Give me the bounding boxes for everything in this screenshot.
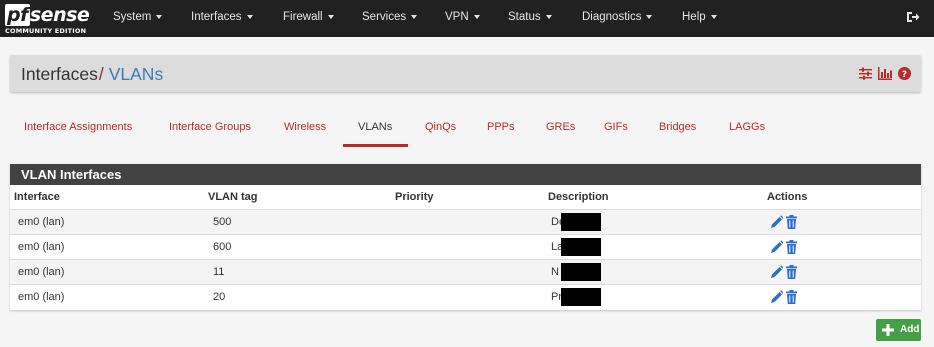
nav-interfaces[interactable]: Interfaces (191, 0, 253, 37)
cell-vlan-tag: 500 (213, 216, 232, 228)
sliders-icon[interactable] (859, 67, 872, 80)
nav-status[interactable]: Status (508, 0, 552, 37)
nav-vpn-label: VPN (445, 11, 469, 23)
caret-down-icon (246, 14, 253, 19)
trash-icon[interactable] (785, 290, 798, 304)
question-circle-icon[interactable]: ? (898, 67, 911, 80)
nav-services[interactable]: Services (362, 0, 418, 37)
tab-bar: Interface Assignments Interface Groups W… (10, 110, 921, 146)
column-header-interface[interactable]: Interface (14, 191, 60, 203)
sign-out-icon[interactable] (906, 10, 920, 24)
caret-down-icon (156, 14, 163, 19)
pencil-icon[interactable] (770, 265, 783, 279)
nav-status-label: Status (508, 11, 541, 23)
trash-icon[interactable] (785, 215, 798, 229)
caret-down-icon (545, 14, 552, 19)
pencil-icon[interactable] (770, 215, 783, 229)
tab-interface-assignments[interactable]: Interface Assignments (24, 110, 132, 146)
table-row: em0 (lan) 500 De (10, 209, 921, 234)
caret-down-icon (646, 14, 653, 19)
caret-down-icon (473, 14, 480, 19)
nav-help[interactable]: Help (682, 0, 717, 37)
column-header-priority[interactable]: Priority (395, 191, 434, 203)
cell-vlan-tag: 600 (213, 241, 232, 253)
bar-chart-icon[interactable] (878, 67, 892, 80)
nav-system-label: System (113, 11, 152, 23)
cell-interface: em0 (lan) (18, 241, 65, 253)
pfsense-logo[interactable]: pf sense COMMUNITY EDITION (5, 4, 91, 35)
header-icons: ? (859, 67, 911, 81)
nav-diagnostics[interactable]: Diagnostics (582, 0, 653, 37)
redaction-box (561, 213, 601, 231)
breadcrumb: Interfaces/VLANs (21, 64, 163, 85)
cell-interface: em0 (lan) (18, 266, 65, 278)
nav-system[interactable]: System (113, 0, 163, 37)
tab-ppps[interactable]: PPPs (487, 110, 515, 146)
tab-gifs[interactable]: GIFs (604, 110, 628, 146)
redaction-box (561, 263, 601, 281)
breadcrumb-separator: / (98, 64, 104, 84)
cell-vlan-tag: 11 (213, 266, 225, 278)
table-row: em0 (lan) 11 N (10, 259, 921, 284)
column-header-description[interactable]: Description (548, 191, 609, 203)
nav-vpn[interactable]: VPN (445, 0, 480, 37)
vlan-interfaces-panel: VLAN Interfaces Interface VLAN tag Prior… (10, 164, 921, 310)
trash-icon[interactable] (785, 265, 798, 279)
caret-down-icon (411, 14, 418, 19)
tab-bridges[interactable]: Bridges (659, 110, 696, 146)
panel-title: VLAN Interfaces (10, 164, 921, 185)
nav-interfaces-label: Interfaces (191, 11, 242, 23)
nav-help-label: Help (682, 11, 706, 23)
logo-edition: COMMUNITY EDITION (5, 27, 87, 35)
table-row: em0 (lan) 20 Pr (10, 284, 921, 309)
nav-diagnostics-label: Diagnostics (582, 11, 642, 23)
breadcrumb-parent[interactable]: Interfaces (21, 64, 98, 84)
redaction-box (561, 288, 601, 306)
active-tab-indicator (343, 144, 408, 147)
nav-firewall[interactable]: Firewall (283, 0, 334, 37)
logo-suffix: sense (29, 4, 90, 26)
redaction-box (561, 238, 601, 256)
table-row: em0 (lan) 600 La (10, 234, 921, 259)
tab-laggs[interactable]: LAGGs (729, 110, 765, 146)
trash-icon[interactable] (785, 240, 798, 254)
cell-vlan-tag: 20 (213, 291, 226, 303)
add-vlan-button[interactable]: Add (876, 319, 921, 341)
nav-firewall-label: Firewall (283, 11, 323, 23)
caret-down-icon (327, 14, 334, 19)
cell-description: N (551, 266, 559, 278)
tab-qinqs[interactable]: QinQs (425, 110, 456, 146)
tab-wireless[interactable]: Wireless (284, 110, 326, 146)
nav-services-label: Services (362, 11, 407, 23)
top-navbar: pf sense COMMUNITY EDITION System Interfa… (0, 0, 934, 37)
plus-icon (882, 324, 894, 336)
breadcrumb-current[interactable]: VLANs (109, 64, 163, 84)
column-header-actions: Actions (767, 191, 808, 203)
pencil-icon[interactable] (770, 240, 783, 254)
tab-gres[interactable]: GREs (546, 110, 575, 146)
tab-vlans[interactable]: VLANs (358, 110, 392, 146)
page-header: Interfaces/VLANs ? (10, 55, 921, 92)
cell-interface: em0 (lan) (18, 216, 65, 228)
caret-down-icon (710, 14, 717, 19)
add-button-label: Add (900, 324, 920, 335)
tab-interface-groups[interactable]: Interface Groups (169, 110, 251, 146)
cell-interface: em0 (lan) (18, 291, 65, 303)
svg-text:?: ? (902, 70, 907, 80)
logo-prefix: pf (5, 4, 30, 26)
column-header-vlan-tag[interactable]: VLAN tag (208, 191, 258, 203)
pencil-icon[interactable] (770, 290, 783, 304)
